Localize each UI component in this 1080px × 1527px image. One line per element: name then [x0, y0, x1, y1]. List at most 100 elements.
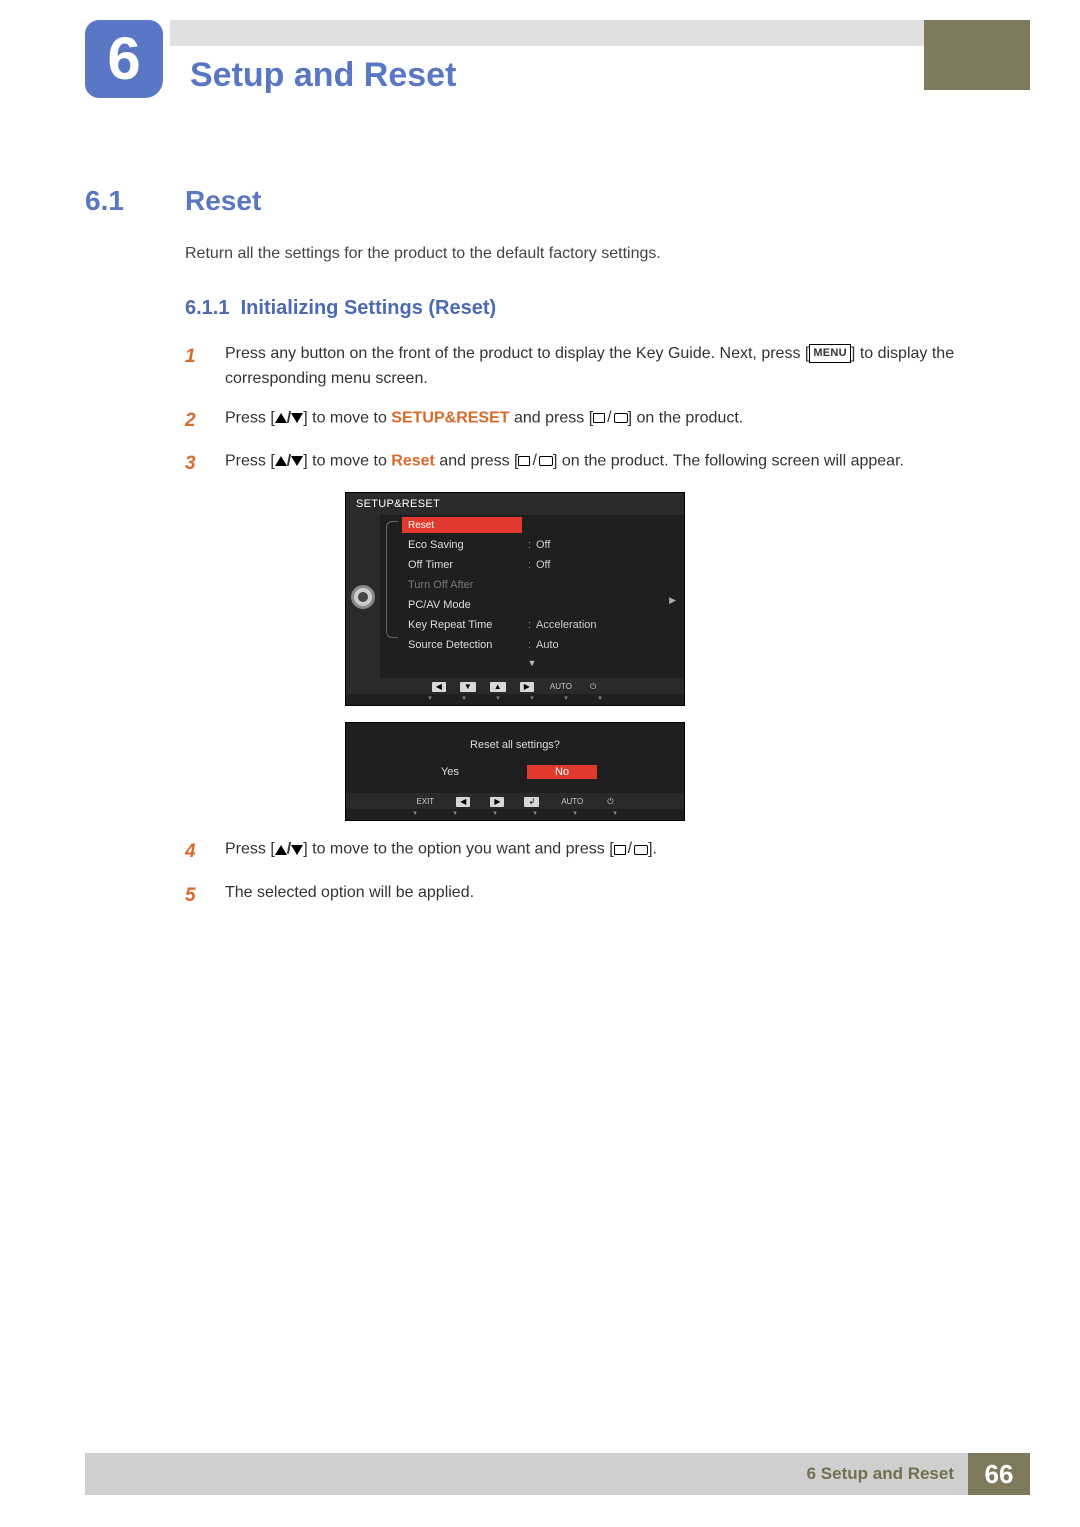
osd-title: SETUP&RESET	[346, 493, 684, 515]
nav-exit: EXIT	[414, 797, 436, 807]
enter-icon: /	[614, 837, 648, 862]
page-header: 6 Setup and Reset	[85, 20, 1030, 106]
section-number: 6.1	[85, 185, 155, 217]
dialog-no: No	[527, 765, 597, 779]
menu-button-label: MENU	[809, 344, 851, 363]
nav-auto: AUTO	[559, 797, 585, 807]
footer-chapter: 6 Setup and Reset	[85, 1453, 968, 1495]
osd-item: Key Repeat Time:Acceleration	[380, 615, 684, 635]
osd-item-label: Turn Off After	[408, 579, 528, 591]
power-icon: ⏻	[588, 682, 598, 692]
osd-item-label: Reset	[408, 520, 528, 531]
nav-up-icon: ▲	[490, 682, 506, 692]
reset-keyword: Reset	[391, 453, 435, 470]
section-intro: Return all the settings for the product …	[185, 245, 995, 263]
up-triangle-icon	[275, 456, 287, 466]
osd-menu-list: Reset Eco Saving:Off Off Timer:Off Turn …	[380, 515, 684, 678]
down-triangle-icon	[291, 845, 303, 855]
enter-icon: /	[593, 406, 627, 431]
chapter-number-badge: 6	[85, 20, 163, 98]
power-icon: ⏻	[605, 797, 615, 807]
down-triangle-icon	[291, 456, 303, 466]
step-text-part: ] on the product.	[628, 409, 744, 426]
nav-down-icon: ▼	[460, 682, 476, 692]
step-text-part: ] to move to	[303, 409, 391, 426]
osd-screenshots: SETUP&RESET Reset Eco Saving:Off Off Tim…	[345, 492, 995, 821]
osd-category-icon-column	[346, 515, 380, 678]
step-text-part: Press [	[225, 453, 275, 470]
step-number: 4	[185, 837, 205, 866]
nav-right-icon: ▶	[520, 682, 534, 692]
setup-reset-keyword: SETUP&RESET	[391, 409, 509, 426]
step-text: Press [ / ] to move to SETUP&RESET and pre…	[225, 406, 995, 435]
dialog-nav-bar: EXIT ◀ ▶ ↲ AUTO ⏻	[346, 793, 684, 809]
step-text-part: and press [	[435, 453, 519, 470]
subsection-number: 6.1.1	[185, 297, 229, 319]
osd-menu: SETUP&RESET Reset Eco Saving:Off Off Tim…	[345, 492, 685, 706]
right-triangle-icon: ▶	[669, 595, 676, 606]
osd-item: Source Detection:Auto	[380, 635, 684, 655]
dialog-options: Yes No	[346, 765, 684, 793]
step-text: The selected option will be applied.	[225, 881, 995, 910]
dialog-nav-indicators: ▾▾▾▾▾▾	[346, 809, 684, 820]
header-olive-box	[924, 20, 1030, 90]
page-content: 6.1 Reset Return all the settings for th…	[85, 185, 995, 924]
page-footer: 6 Setup and Reset 66	[85, 1453, 1030, 1495]
down-triangle-icon: ▼	[380, 655, 684, 668]
nav-right-icon: ▶	[490, 797, 504, 807]
up-triangle-icon	[275, 413, 287, 423]
down-triangle-icon	[291, 413, 303, 423]
step-4: 4 Press [ /] to move to the option you wa…	[185, 837, 995, 866]
osd-item: PC/AV Mode	[380, 595, 684, 615]
chapter-title: Setup and Reset	[190, 56, 456, 95]
subsection-heading: 6.1.1 Initializing Settings (Reset)	[185, 297, 995, 320]
osd-item-value: Acceleration	[536, 619, 597, 631]
osd-item-value: Auto	[536, 639, 559, 651]
step-2: 2 Press [ / ] to move to SETUP&RESET and p…	[185, 406, 995, 435]
step-number: 5	[185, 881, 205, 910]
osd-item-label: Key Repeat Time	[408, 619, 528, 631]
step-text-part: ] on the product. The following screen w…	[553, 453, 904, 470]
step-text-part: Press any button on the front of the pro…	[225, 345, 809, 362]
osd-item: Turn Off After	[380, 575, 684, 595]
osd-nav-indicators: ▾▾▾▾▾▾	[346, 694, 684, 705]
up-triangle-icon	[275, 845, 287, 855]
step-text-part: Press [	[225, 841, 275, 858]
osd-item-value: Off	[536, 539, 550, 551]
enter-icon: /	[518, 449, 552, 474]
osd-nav-bar: ◀ ▼ ▲ ▶ AUTO ⏻	[346, 678, 684, 694]
dialog-question: Reset all settings?	[346, 723, 684, 765]
step-5: 5 The selected option will be applied.	[185, 881, 995, 910]
osd-item: Off Timer:Off	[380, 555, 684, 575]
nav-left-icon: ◀	[432, 682, 446, 692]
nav-enter-icon: ↲	[524, 797, 539, 807]
step-1: 1 Press any button on the front of the p…	[185, 342, 995, 392]
osd-item-value: Off	[536, 559, 550, 571]
step-number: 1	[185, 342, 205, 392]
step-text-part: and press [	[510, 409, 594, 426]
osd-item-label: Source Detection	[408, 639, 528, 651]
osd-bracket	[386, 521, 398, 638]
footer-page-number: 66	[968, 1453, 1030, 1495]
step-text: Press [ /] to move to the option you want…	[225, 837, 995, 866]
gear-icon	[354, 588, 372, 606]
osd-item-reset: Reset	[402, 517, 522, 533]
osd-item-label: Eco Saving	[408, 539, 528, 551]
step-number: 2	[185, 406, 205, 435]
osd-item: Eco Saving:Off	[380, 535, 684, 555]
step-text-part: ] to move to the option you want and pre…	[303, 841, 613, 858]
step-number: 3	[185, 449, 205, 478]
dialog-yes: Yes	[433, 765, 467, 779]
section-heading: 6.1 Reset	[85, 185, 995, 217]
step-text-part: ].	[648, 841, 657, 858]
nav-left-icon: ◀	[456, 797, 470, 807]
osd-item-label: Off Timer	[408, 559, 528, 571]
step-text-part: ] to move to	[303, 453, 391, 470]
step-text: Press [/] to move to Reset and press [/]…	[225, 449, 995, 478]
osd-item-label: PC/AV Mode	[408, 599, 528, 611]
step-3: 3 Press [ / ] to move to Reset and press […	[185, 449, 995, 478]
step-text: Press any button on the front of the pro…	[225, 342, 995, 392]
header-grey-bar	[170, 20, 1030, 46]
step-text-part: Press [	[225, 409, 275, 426]
nav-auto: AUTO	[548, 682, 574, 692]
